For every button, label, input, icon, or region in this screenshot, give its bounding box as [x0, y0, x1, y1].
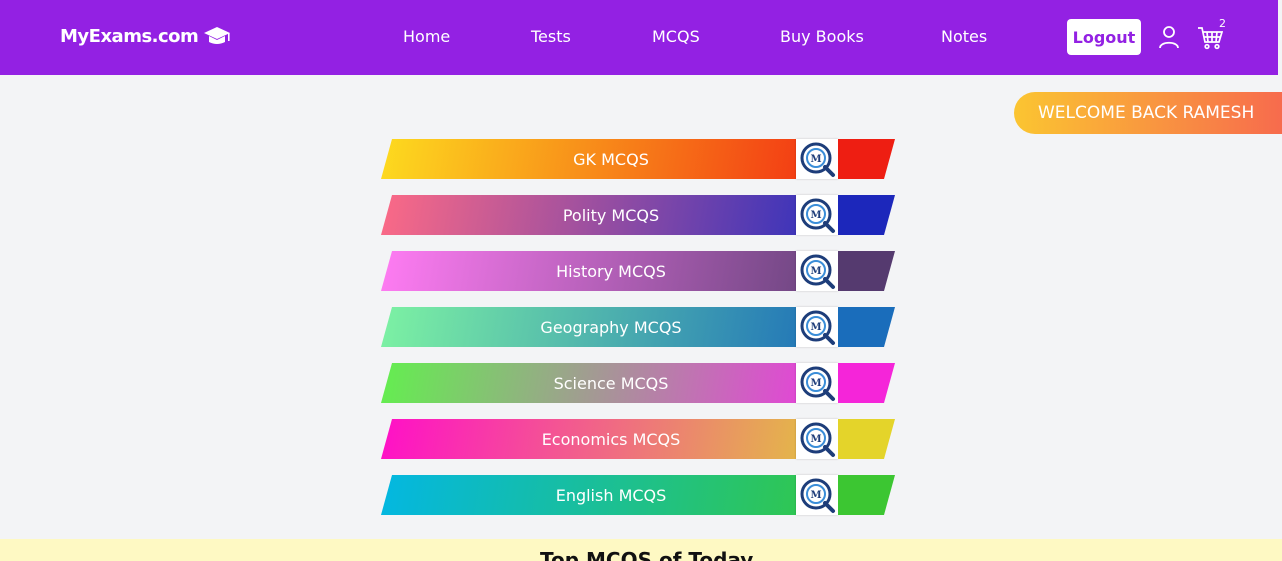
mcq-category-label[interactable]: Economics MCQS: [381, 419, 796, 459]
svg-text:M: M: [810, 490, 821, 501]
nav-tests[interactable]: Tests: [531, 27, 571, 46]
mcq-category-tail: [838, 475, 895, 515]
svg-text:M: M: [810, 266, 821, 277]
svg-text:M: M: [810, 378, 821, 389]
mcq-logo-icon: M: [796, 419, 838, 459]
mcq-category-label[interactable]: English MCQS: [381, 475, 796, 515]
top-mcqs-section: Top MCQS of Today: [0, 539, 1282, 561]
top-navbar: MyExams.com Home Tests MCQS Buy Books No…: [0, 0, 1278, 75]
mcq-category-item[interactable]: History MCQS M: [381, 251, 895, 291]
welcome-banner: WELCOME BACK RAMESH: [1014, 92, 1282, 134]
mcq-logo-icon: M: [796, 195, 838, 235]
mcq-logo-icon: M: [796, 475, 838, 515]
mcq-category-tail: [838, 251, 895, 291]
brand-logo[interactable]: MyExams.com: [60, 25, 232, 47]
mcq-category-item[interactable]: GK MCQS M: [381, 139, 895, 179]
cart-count-badge: 2: [1219, 17, 1226, 30]
nav-notes[interactable]: Notes: [941, 27, 987, 46]
nav-mcqs[interactable]: MCQS: [652, 27, 700, 46]
mcq-logo-icon: M: [796, 307, 838, 347]
mcq-category-label[interactable]: Geography MCQS: [381, 307, 796, 347]
mcq-category-item[interactable]: Economics MCQS M: [381, 419, 895, 459]
section-title: Top MCQS of Today: [540, 548, 754, 561]
user-icon[interactable]: [1157, 25, 1181, 49]
brand-name: MyExams.com: [60, 25, 199, 47]
mcq-category-label[interactable]: Polity MCQS: [381, 195, 796, 235]
svg-text:M: M: [810, 210, 821, 221]
mcq-category-item[interactable]: Science MCQS M: [381, 363, 895, 403]
svg-text:M: M: [810, 322, 821, 333]
mcq-category-tail: [838, 139, 895, 179]
mcq-category-tail: [838, 307, 895, 347]
nav-home[interactable]: Home: [403, 27, 450, 46]
svg-text:M: M: [810, 154, 821, 165]
mcq-category-item[interactable]: Polity MCQS M: [381, 195, 895, 235]
svg-text:M: M: [810, 434, 821, 445]
mcq-category-tail: [838, 363, 895, 403]
mcq-category-tail: [838, 419, 895, 459]
nav-buy-books[interactable]: Buy Books: [780, 27, 864, 46]
mcq-category-label[interactable]: Science MCQS: [381, 363, 796, 403]
mcq-category-item[interactable]: Geography MCQS M: [381, 307, 895, 347]
mcq-category-label[interactable]: History MCQS: [381, 251, 796, 291]
mcq-category-item[interactable]: English MCQS M: [381, 475, 895, 515]
logout-button[interactable]: Logout: [1067, 19, 1141, 55]
mcq-category-tail: [838, 195, 895, 235]
mcq-category-label[interactable]: GK MCQS: [381, 139, 796, 179]
mcq-logo-icon: M: [796, 139, 838, 179]
mcq-logo-icon: M: [796, 363, 838, 403]
mcq-logo-icon: M: [796, 251, 838, 291]
graduation-cap-icon: [204, 27, 231, 44]
